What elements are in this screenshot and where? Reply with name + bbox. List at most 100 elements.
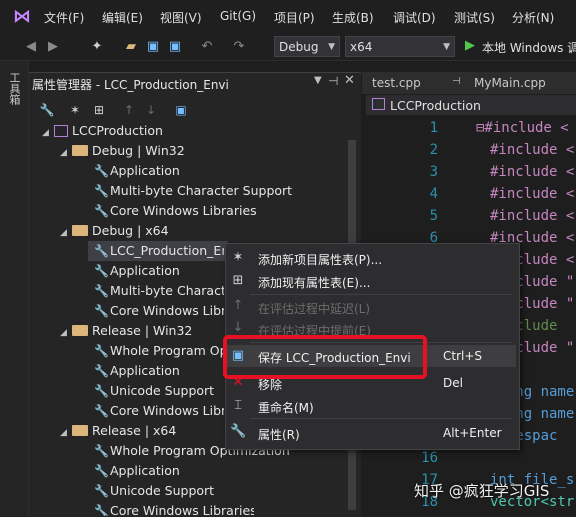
run-button[interactable]: 本地 Windows 调 — [482, 39, 576, 56]
left-tool-strip — [0, 61, 29, 516]
undo-icon[interactable]: ↶ — [198, 38, 216, 56]
wrench-icon: 🔧 — [94, 464, 109, 478]
menu-item-defer-evaluation[interactable]: 在评估过程中延迟(L) — [258, 300, 370, 317]
wrench-icon: 🔧 — [230, 424, 247, 439]
tree-item[interactable]: 🔧Application — [94, 461, 180, 481]
tree-item[interactable]: 🔧Multi-byte Character Support — [94, 281, 224, 301]
expand-arrow-icon: ◢ — [60, 428, 67, 438]
menu-build[interactable]: 生成(B) — [332, 9, 374, 26]
menu-item-add-existing-property-sheet[interactable]: 添加现有属性表(E)... — [258, 274, 370, 291]
folder-icon — [72, 325, 88, 336]
dropdown-icon[interactable]: ▼ — [314, 75, 322, 86]
add-existing-sheet-icon[interactable]: ⊞ — [90, 102, 108, 118]
tab-mymain-cpp[interactable]: MyMain.cpp — [474, 76, 546, 90]
menu-separator — [250, 294, 512, 295]
tree-item-selected[interactable]: 🔧LCC_Production_Envi — [94, 241, 224, 261]
forward-icon[interactable]: ▶ — [44, 38, 62, 56]
tab-test-cpp[interactable]: test.cpp — [372, 76, 421, 90]
move-up-icon: ↑ — [232, 298, 244, 313]
visual-studio-logo-icon[interactable]: ⋈ — [8, 5, 36, 29]
menu-debug[interactable]: 调试(D) — [393, 9, 436, 26]
add-existing-sheet-icon: ⊞ — [232, 273, 244, 288]
wrench-icon: 🔧 — [94, 304, 109, 318]
add-new-sheet-icon: ✶ — [232, 250, 244, 265]
platform-value: x64 — [350, 40, 373, 54]
pin-icon[interactable]: ⊣ — [328, 74, 338, 88]
move-up-icon[interactable]: ↑ — [120, 102, 138, 118]
wrench-icon: 🔧 — [94, 364, 109, 378]
menu-item-properties[interactable]: 属性(R) — [258, 426, 300, 443]
menu-project[interactable]: 项目(P) — [274, 9, 315, 26]
new-project-icon[interactable]: ✦ — [88, 38, 106, 56]
tree-item[interactable]: 🔧Core Windows Libraries — [94, 201, 257, 221]
menu-test[interactable]: 测试(S) — [454, 9, 495, 26]
shortcut-label: Del — [443, 376, 463, 390]
config-debug-win32[interactable]: ◢ Debug | Win32 — [60, 141, 185, 161]
tree-item[interactable]: 🔧Application — [94, 161, 180, 181]
properties-icon[interactable]: 🔧 — [38, 102, 56, 118]
save-icon[interactable]: ▣ — [172, 102, 190, 118]
shortcut-label: Alt+Enter — [443, 426, 502, 440]
wrench-icon: 🔧 — [94, 284, 109, 298]
menu-separator — [250, 418, 512, 419]
project-icon — [54, 125, 68, 137]
tree-root[interactable]: ◢ LCCProduction — [42, 121, 163, 141]
line-number: 16 — [421, 450, 438, 466]
pin-icon[interactable]: ⊣ — [452, 76, 461, 87]
tree-item[interactable]: 🔧Application — [94, 261, 180, 281]
config-release-win32[interactable]: ◢ Release | Win32 — [60, 321, 192, 341]
play-icon[interactable]: ▶ — [465, 38, 475, 53]
line-number: 4 — [429, 186, 438, 202]
line-number: 5 — [429, 208, 438, 224]
tree-item[interactable]: 🔧Unicode Support — [94, 381, 214, 401]
close-icon[interactable]: ✕ — [344, 73, 355, 88]
tree-item[interactable]: 🔧Core Windows Libraries — [94, 501, 254, 516]
chevron-down-icon: ▼ — [328, 42, 335, 52]
back-icon[interactable]: ◀ — [22, 38, 40, 56]
line-number: 3 — [429, 164, 438, 180]
wrench-icon: 🔧 — [94, 184, 109, 198]
wrench-icon: 🔧 — [94, 264, 109, 278]
wrench-icon: 🔧 — [94, 484, 109, 498]
tree-item[interactable]: 🔧Application — [94, 361, 180, 381]
project-scope-dropdown[interactable]: LCCProduction — [390, 98, 481, 113]
expand-arrow-icon: ◢ — [60, 148, 67, 158]
tree-item[interactable]: 🔧Unicode Support — [94, 481, 214, 501]
config-debug-x64[interactable]: ◢ Debug | x64 — [60, 221, 169, 241]
tree-item[interactable]: 🔧Whole Program Optimization — [94, 341, 224, 361]
platform-dropdown[interactable]: x64 ▼ — [345, 36, 455, 57]
tree-item[interactable]: 🔧Core Windows Libraries — [94, 401, 224, 421]
code-line: #include < — [490, 186, 575, 202]
save-all-icon[interactable]: ▣ — [166, 38, 184, 56]
line-number: 1 — [429, 120, 438, 136]
code-line: #include < — [490, 142, 575, 158]
menu-edit[interactable]: 编辑(E) — [102, 9, 143, 26]
add-new-sheet-icon[interactable]: ✶ — [66, 102, 84, 118]
folder-icon — [72, 425, 88, 436]
project-icon — [372, 98, 385, 110]
tree-item[interactable]: 🔧Multi-byte Character Support — [94, 181, 292, 201]
menu-analyze[interactable]: 分析(N) — [512, 9, 554, 26]
menu-file[interactable]: 文件(F) — [44, 9, 84, 26]
toolbox-tab[interactable]: 工具箱 — [8, 72, 22, 105]
wrench-icon: 🔧 — [94, 244, 109, 258]
redo-icon[interactable]: ↷ — [230, 38, 248, 56]
code-line: #include < — [490, 208, 575, 224]
menu-git[interactable]: Git(G) — [220, 9, 256, 23]
config-release-x64[interactable]: ◢ Release | x64 — [60, 421, 176, 441]
save-icon[interactable]: ▣ — [144, 38, 162, 56]
watermark: 知乎 @疯狂学习GIS — [414, 482, 550, 500]
tree-item[interactable]: 🔧Core Windows Libraries — [94, 301, 224, 321]
menu-view[interactable]: 视图(V) — [160, 9, 202, 26]
wrench-icon: 🔧 — [94, 504, 109, 516]
expand-arrow-icon: ◢ — [42, 128, 49, 138]
panel-title: 属性管理器 - LCC_Production_Envi — [32, 78, 229, 92]
menu-item-rename[interactable]: 重命名(M) — [258, 399, 314, 416]
menu-item-add-new-property-sheet[interactable]: 添加新项目属性表(P)... — [258, 251, 382, 268]
code-line: ⊟#include < — [476, 120, 569, 136]
configuration-dropdown[interactable]: Debug ▼ — [274, 36, 340, 57]
expand-arrow-icon: ◢ — [60, 328, 67, 338]
move-down-icon[interactable]: ↓ — [142, 102, 160, 118]
open-folder-icon[interactable]: ▰ — [122, 38, 140, 56]
line-number: 2 — [429, 142, 438, 158]
